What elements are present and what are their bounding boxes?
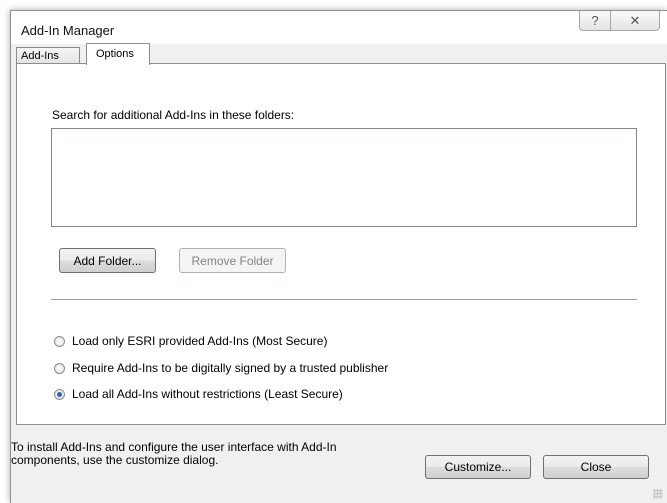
options-panel: Search for additional Add-Ins in these f… [16,63,666,425]
footer-help-text: To install Add-Ins and configure the use… [11,440,337,467]
search-folders-label: Search for additional Add-Ins in these f… [52,108,295,122]
add-folder-button[interactable]: Add Folder... [59,248,156,273]
close-button[interactable]: Close [543,455,649,479]
window-close-button[interactable]: ✕ [610,11,660,31]
radio-button[interactable] [54,335,65,347]
radio-label: Require Add-Ins to be digitally signed b… [72,361,389,375]
radio-label: Load only ESRI provided Add-Ins (Most Se… [72,334,328,348]
customize-button[interactable]: Customize... [425,455,531,479]
tab-options[interactable]: Options [86,43,150,65]
help-button[interactable]: ? [579,11,611,31]
title-bar: Add-In Manager ? ✕ [11,11,667,44]
radio-button[interactable] [54,362,65,374]
radio-button-selected[interactable] [54,388,65,400]
tab-options-label: Options [96,48,134,60]
radio-label: Load all Add-Ins without restrictions (L… [72,387,343,401]
tab-add-ins[interactable]: Add-Ins [16,47,80,64]
add-in-manager-dialog: Add-In Manager ? ✕ Add-Ins Options Searc… [10,10,667,503]
divider [51,299,637,300]
remove-folder-button[interactable]: Remove Folder [179,248,286,273]
window-title: Add-In Manager [21,23,115,38]
radio-esri-only[interactable]: Load only ESRI provided Add-Ins (Most Se… [54,334,327,348]
folders-list[interactable] [51,128,637,227]
close-icon: ✕ [629,12,641,28]
radio-signed-publisher[interactable]: Require Add-Ins to be digitally signed b… [54,361,388,375]
resize-grip-icon[interactable] [653,489,663,499]
tab-add-ins-label: Add-Ins [21,50,59,62]
radio-load-all[interactable]: Load all Add-Ins without restrictions (L… [54,387,343,401]
help-icon: ? [591,13,599,28]
